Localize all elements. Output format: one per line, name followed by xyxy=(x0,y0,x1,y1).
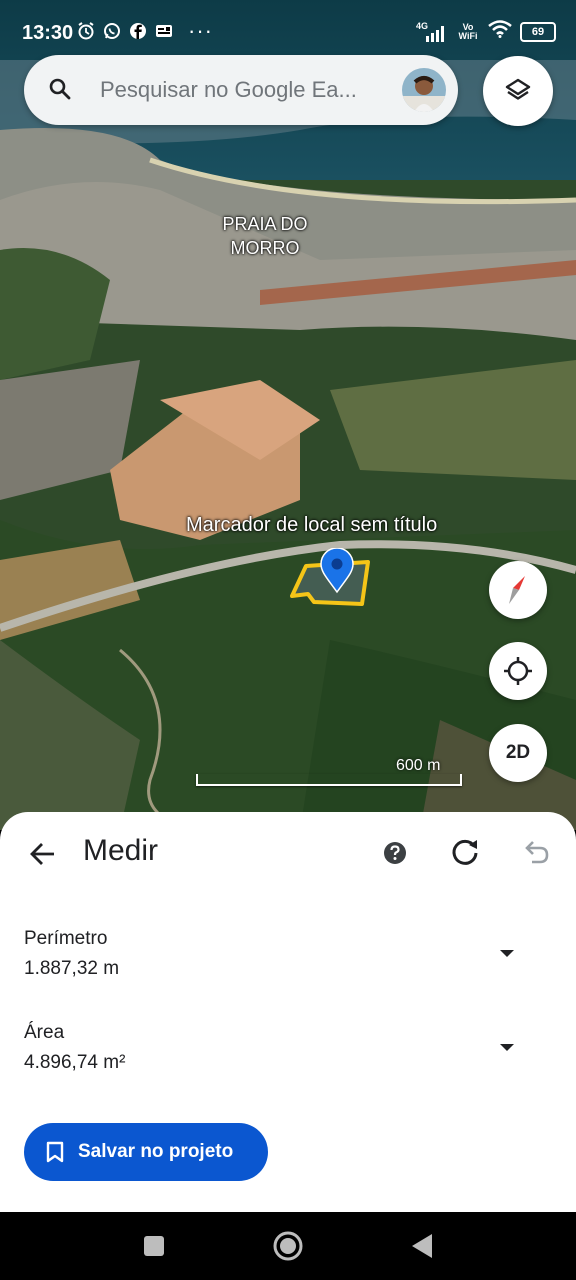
home-button[interactable] xyxy=(272,1230,304,1262)
place-label: PRAIA DO MORRO xyxy=(222,214,308,258)
notification-icons xyxy=(76,21,174,41)
undo-icon[interactable] xyxy=(520,836,552,868)
reset-icon[interactable] xyxy=(448,836,482,870)
status-bar: 13:30 ··· 4G Vo WiFi 69 xyxy=(0,0,576,60)
location-pin-icon[interactable] xyxy=(319,548,355,594)
view-mode-2d-button[interactable]: 2D xyxy=(489,724,547,782)
marker-label[interactable]: Marcador de local sem título xyxy=(186,514,437,537)
save-button-label: Salvar no projeto xyxy=(78,1141,234,1162)
layers-icon xyxy=(505,78,531,100)
signal-icon: 4G xyxy=(416,21,448,42)
compass-icon xyxy=(509,576,525,604)
more-notifications-icon: ··· xyxy=(188,18,213,43)
system-nav-bar xyxy=(0,1212,576,1280)
my-location-button[interactable] xyxy=(489,642,547,700)
whatsapp-icon xyxy=(102,21,122,41)
recent-apps-button[interactable] xyxy=(138,1230,170,1262)
compass-button[interactable] xyxy=(489,561,547,619)
wifi-icon xyxy=(488,20,512,43)
area-value: 4.896,74 m² xyxy=(24,1052,126,1073)
system-icons: 4G Vo WiFi 69 xyxy=(416,20,556,43)
gallery-icon xyxy=(154,21,174,41)
area-label: Área xyxy=(24,1022,65,1043)
area-row[interactable]: Área 4.896,74 m² xyxy=(24,1022,544,1074)
back-nav-button[interactable] xyxy=(406,1230,438,1262)
layers-button[interactable] xyxy=(483,56,553,126)
search-bar[interactable] xyxy=(24,55,458,125)
bookmark-icon xyxy=(46,1141,64,1163)
vowifi-icon: Vo WiFi xyxy=(458,21,478,41)
triangle-back-icon xyxy=(412,1234,432,1258)
facebook-icon xyxy=(128,21,148,41)
search-input[interactable] xyxy=(100,73,400,107)
alarm-icon xyxy=(76,21,96,41)
arrow-back-icon xyxy=(30,843,54,865)
help-icon[interactable] xyxy=(382,840,408,866)
status-time: 13:30 xyxy=(22,22,74,44)
crosshair-icon xyxy=(504,657,532,685)
home-circle-icon xyxy=(273,1231,303,1261)
save-to-project-button[interactable]: Salvar no projeto xyxy=(24,1123,268,1181)
perimeter-value: 1.887,32 m xyxy=(24,958,120,979)
chevron-down-icon[interactable] xyxy=(500,950,514,957)
scale-bar xyxy=(196,774,462,786)
chevron-down-icon[interactable] xyxy=(500,1044,514,1051)
back-button[interactable] xyxy=(22,834,62,874)
perimeter-row[interactable]: Perímetro 1.887,32 m xyxy=(24,928,544,980)
battery-icon: 69 xyxy=(520,21,556,42)
avatar[interactable] xyxy=(402,68,446,112)
scale-label: 600 m xyxy=(396,757,441,774)
square-icon xyxy=(144,1236,164,1256)
panel-title: Medir xyxy=(83,834,159,867)
perimeter-label: Perímetro xyxy=(24,928,108,949)
search-icon xyxy=(49,78,71,100)
measure-panel: Medir Perímetro 1.887,32 m Área 4.896,74… xyxy=(0,812,576,1212)
